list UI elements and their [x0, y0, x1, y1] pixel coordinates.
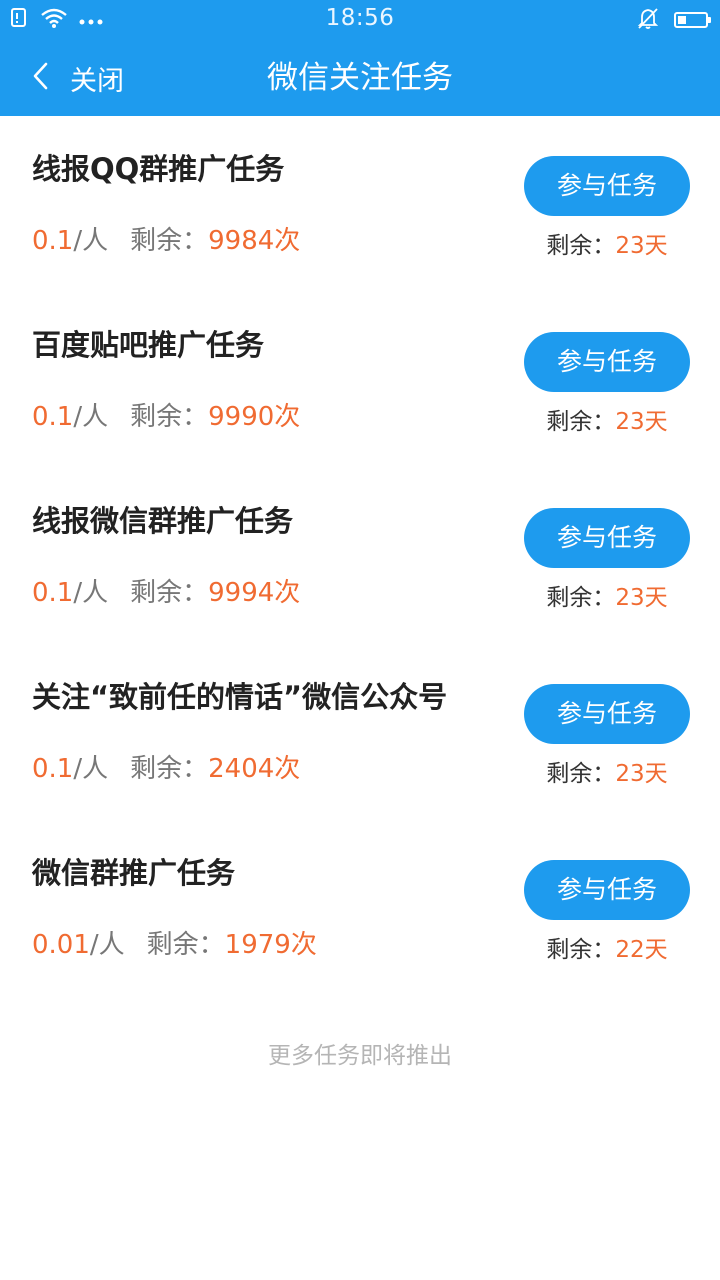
task-title: 关注“致前任的情话”微信公众号	[32, 680, 448, 714]
join-task-button[interactable]: 参与任务	[524, 508, 690, 568]
join-task-button[interactable]: 参与任务	[524, 156, 690, 216]
days-remaining: 剩余：23天	[524, 402, 690, 436]
task-item: 微信群推广任务 0.01/人 剩余：1979次 参与任务 剩余：22天	[0, 820, 720, 996]
join-task-button[interactable]: 参与任务	[524, 332, 690, 392]
days-value: 23天	[615, 233, 668, 259]
remain-label: 剩余：	[146, 930, 225, 960]
task-meta: 0.1/人 剩余：9994次	[32, 572, 300, 609]
bell-muted-icon	[636, 6, 660, 34]
days-remaining: 剩余：23天	[524, 578, 690, 612]
remain-count: 1979次	[224, 930, 317, 960]
task-list: 线报QQ群推广任务 0.1/人 剩余：9984次 参与任务 剩余：23天 百度贴吧…	[0, 116, 720, 996]
remain-count: 9990次	[208, 402, 301, 432]
remain-count: 2404次	[208, 754, 301, 784]
task-title: 线报QQ群推广任务	[32, 152, 285, 186]
remain-label: 剩余：	[130, 754, 209, 784]
task-meta: 0.1/人 剩余：2404次	[32, 748, 300, 785]
task-unit: /人	[73, 402, 109, 432]
task-item: 百度贴吧推广任务 0.1/人 剩余：9990次 参与任务 剩余：23天	[0, 292, 720, 468]
task-meta: 0.01/人 剩余：1979次	[32, 924, 317, 961]
task-price: 0.1	[32, 226, 74, 256]
task-price: 0.1	[32, 578, 74, 608]
task-title: 微信群推广任务	[32, 856, 236, 890]
days-remaining: 剩余：23天	[524, 754, 690, 788]
days-remaining: 剩余：23天	[524, 226, 690, 260]
days-value: 23天	[615, 585, 668, 611]
page-title: 微信关注任务	[267, 60, 453, 96]
task-item: 线报微信群推广任务 0.1/人 剩余：9994次 参与任务 剩余：23天	[0, 468, 720, 644]
remain-count: 9994次	[208, 578, 301, 608]
battery-level-fill	[678, 16, 686, 24]
task-unit: /人	[73, 578, 109, 608]
task-unit: /人	[89, 930, 125, 960]
join-task-button[interactable]: 参与任务	[524, 860, 690, 920]
status-bar: 18:56	[0, 0, 720, 40]
status-time: 18:56	[325, 5, 395, 31]
days-value: 23天	[615, 409, 668, 435]
task-unit: /人	[73, 226, 109, 256]
status-right-icons	[636, 6, 711, 34]
days-value: 22天	[615, 937, 668, 963]
task-unit: /人	[73, 754, 109, 784]
days-label: 剩余：	[546, 585, 616, 611]
more-tasks-note: 更多任务即将推出	[268, 1043, 452, 1069]
days-value: 23天	[615, 761, 668, 787]
nav-bar: 关闭 微信关注任务	[0, 40, 720, 116]
task-price: 0.1	[32, 402, 74, 432]
remain-label: 剩余：	[130, 402, 209, 432]
days-remaining: 剩余：22天	[524, 930, 690, 964]
task-price: 0.1	[32, 754, 74, 784]
remain-label: 剩余：	[130, 578, 209, 608]
app-header: 18:56 关闭 微信关注任务	[0, 0, 720, 116]
battery-icon	[674, 12, 711, 28]
task-meta: 0.1/人 剩余：9990次	[32, 396, 300, 433]
remain-count: 9984次	[208, 226, 301, 256]
join-task-button[interactable]: 参与任务	[524, 684, 690, 744]
days-label: 剩余：	[546, 761, 616, 787]
remain-label: 剩余：	[130, 226, 209, 256]
task-meta: 0.1/人 剩余：9984次	[32, 220, 300, 257]
task-title: 百度贴吧推广任务	[32, 328, 265, 362]
task-price: 0.01	[32, 930, 90, 960]
task-title: 线报微信群推广任务	[32, 504, 294, 538]
days-label: 剩余：	[546, 409, 616, 435]
task-item: 线报QQ群推广任务 0.1/人 剩余：9984次 参与任务 剩余：23天	[0, 116, 720, 292]
days-label: 剩余：	[546, 937, 616, 963]
task-item: 关注“致前任的情话”微信公众号 0.1/人 剩余：2404次 参与任务 剩余：23…	[0, 644, 720, 820]
days-label: 剩余：	[546, 233, 616, 259]
